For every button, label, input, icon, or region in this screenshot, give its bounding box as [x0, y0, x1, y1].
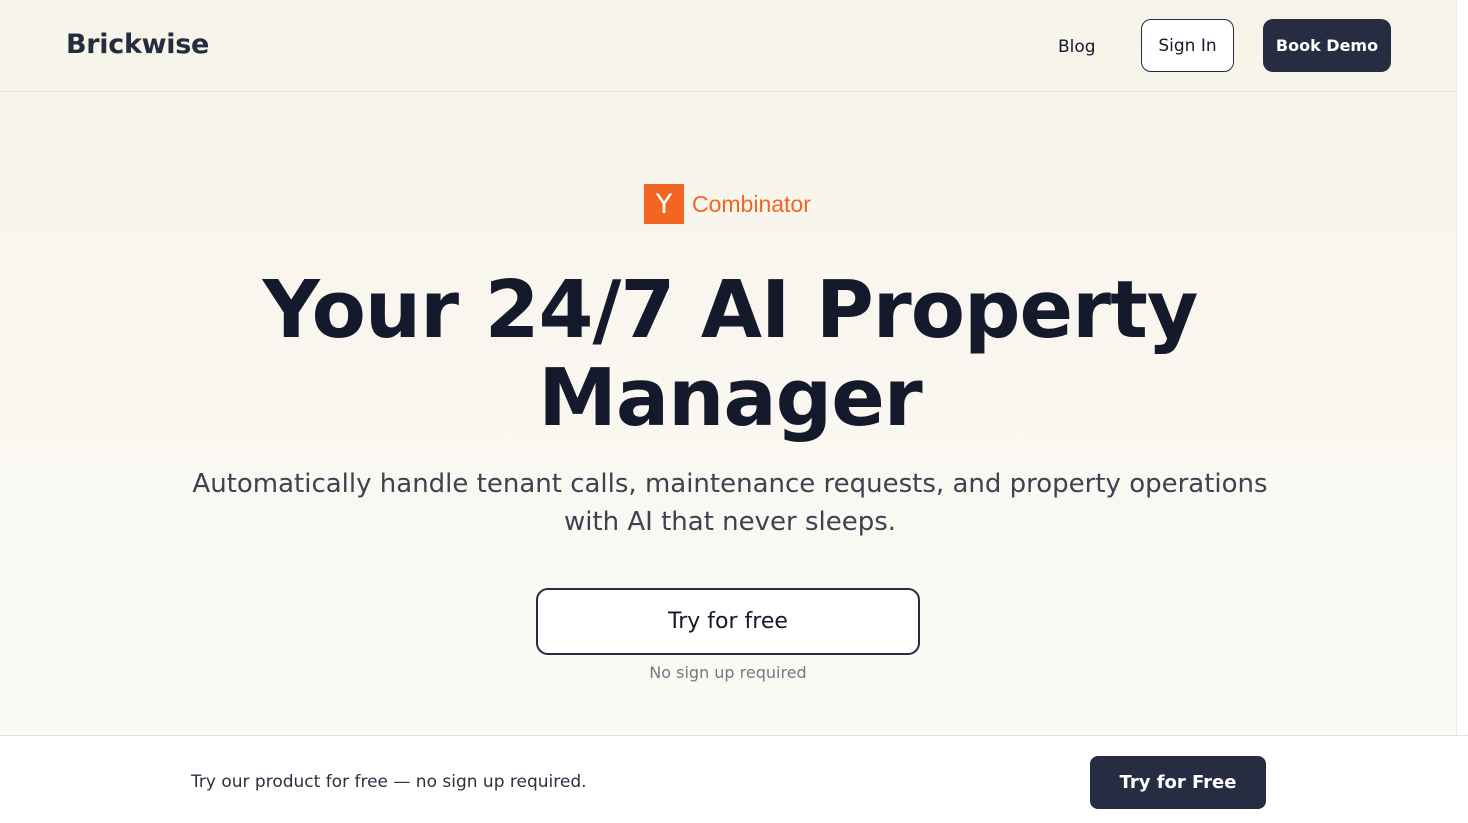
bottom-bar-text: Try our product for free — no sign up re…	[191, 772, 587, 792]
book-demo-button[interactable]: Book Demo	[1263, 19, 1391, 72]
hero-subtitle: Automatically handle tenant calls, maint…	[180, 465, 1280, 541]
nav-link-blog[interactable]: Blog	[1058, 37, 1096, 57]
hero-headline: Your 24/7 AI Property Manager	[0, 266, 1460, 442]
ycombinator-badge: Y Combinator	[644, 184, 811, 224]
sign-in-button[interactable]: Sign In	[1141, 19, 1234, 72]
hero-subtitle-line1: Automatically handle tenant calls, maint…	[192, 469, 1268, 499]
site-header: Brickwise Blog Sign In Book Demo	[0, 0, 1456, 92]
no-signup-note: No sign up required	[649, 663, 807, 682]
bottom-try-for-free-button[interactable]: Try for Free	[1090, 756, 1266, 809]
brand-logo[interactable]: Brickwise	[66, 29, 209, 60]
try-for-free-button[interactable]: Try for free	[536, 588, 920, 655]
ycombinator-text: Combinator	[692, 190, 811, 217]
ycombinator-logo-icon: Y	[644, 184, 684, 224]
hero-headline-line2: Manager	[538, 352, 923, 444]
sticky-bottom-bar: Try our product for free — no sign up re…	[0, 735, 1468, 823]
hero-subtitle-line2: with AI that never sleeps.	[563, 507, 897, 537]
hero-headline-line1: Your 24/7 AI Property	[262, 264, 1199, 356]
